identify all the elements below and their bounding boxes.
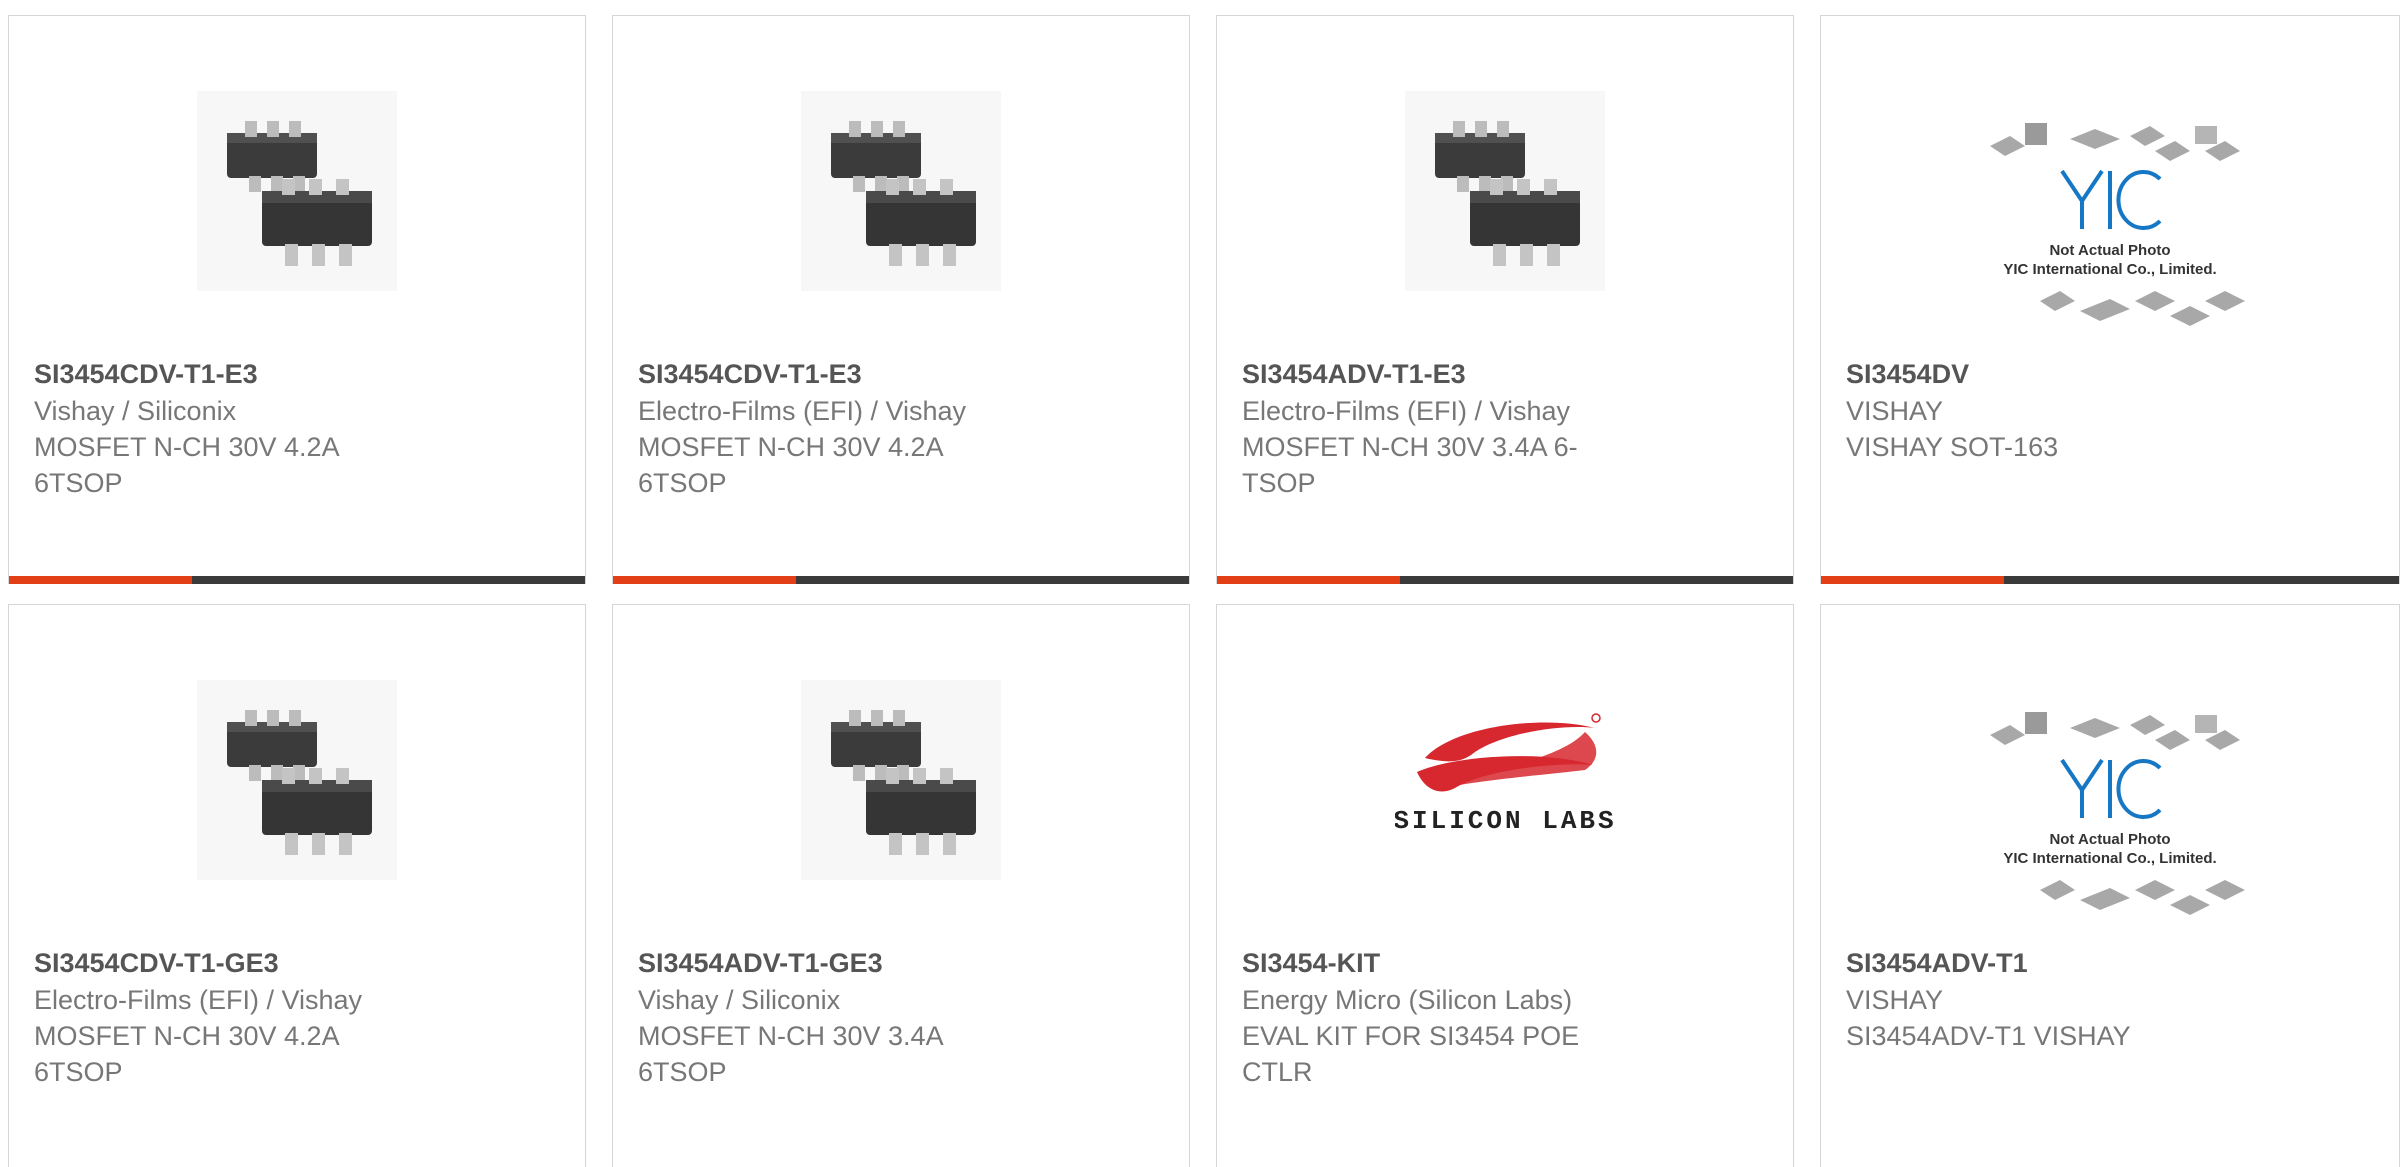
card-accent-bar — [1217, 576, 1793, 584]
manufacturer: Electro-Films (EFI) / Vishay — [638, 396, 967, 426]
card-accent-bar — [9, 576, 585, 584]
image-caption: Not Actual Photo — [2049, 242, 2170, 259]
part-number[interactable]: SI3454CDV-T1-E3 — [638, 356, 998, 393]
product-card[interactable]: SI3454CDV-T1-E3 Electro-Films (EFI) / Vi… — [612, 15, 1190, 584]
product-card[interactable]: SI3454ADV-T1-E3 Electro-Films (EFI) / Vi… — [1216, 15, 1794, 584]
tsop6-chip-icon — [801, 91, 1001, 291]
tsop6-chip-icon — [801, 680, 1001, 880]
part-number[interactable]: SI3454CDV-T1-E3 — [34, 356, 394, 393]
description: MOSFET N-CH 30V 3.4A 6-TSOP — [1242, 432, 1578, 498]
description: MOSFET N-CH 30V 4.2A 6TSOP — [638, 432, 943, 498]
product-card[interactable]: SI3454CDV-T1-GE3 Electro-Films (EFI) / V… — [8, 604, 586, 1167]
part-number[interactable]: SI3454ADV-T1 — [1846, 945, 2206, 982]
silicon-labs-logo-icon: SILICON LABS — [1395, 713, 1615, 836]
tsop6-chip-icon — [1405, 91, 1605, 291]
product-card[interactable]: Not Actual Photo YIC International Co., … — [1820, 604, 2400, 1167]
product-image[interactable]: Not Actual Photo YIC International Co., … — [1821, 690, 2399, 950]
product-card[interactable]: SI3454CDV-T1-E3 Vishay / Siliconix MOSFE… — [8, 15, 586, 584]
product-image[interactable]: SILICON LABS — [1217, 665, 1793, 895]
part-number[interactable]: SI3454-KIT — [1242, 945, 1602, 982]
description: VISHAY SOT-163 — [1846, 432, 2059, 462]
product-grid: SI3454CDV-T1-E3 Vishay / Siliconix MOSFE… — [0, 0, 2400, 1167]
product-card[interactable]: Not Actual Photo YIC International Co., … — [1820, 15, 2400, 584]
tsop6-chip-icon — [197, 680, 397, 880]
logo-text: SILICON LABS — [1395, 806, 1615, 836]
product-image[interactable] — [613, 665, 1189, 895]
product-image[interactable] — [9, 76, 585, 306]
image-caption: YIC International Co., Limited. — [2003, 850, 2216, 867]
manufacturer: Electro-Films (EFI) / Vishay — [34, 985, 363, 1015]
product-card[interactable]: SILICON LABS SI3454-KIT Energy Micro (Si… — [1216, 604, 1794, 1167]
manufacturer: VISHAY — [1846, 396, 1944, 426]
description: EVAL KIT FOR SI3454 POE CTLR — [1242, 1021, 1580, 1087]
product-image[interactable]: Not Actual Photo YIC International Co., … — [1821, 101, 2399, 361]
tsop6-chip-icon — [197, 91, 397, 291]
manufacturer: Energy Micro (Silicon Labs) — [1242, 985, 1573, 1015]
description: MOSFET N-CH 30V 3.4A 6TSOP — [638, 1021, 943, 1087]
manufacturer: Vishay / Siliconix — [638, 985, 841, 1015]
card-accent-bar — [613, 576, 1189, 584]
part-number[interactable]: SI3454ADV-T1-GE3 — [638, 945, 998, 982]
yic-placeholder-icon: Not Actual Photo YIC International Co., … — [1990, 123, 2245, 326]
yic-placeholder-icon: Not Actual Photo YIC International Co., … — [1990, 712, 2245, 915]
product-card[interactable]: SI3454ADV-T1-GE3 Vishay / Siliconix MOSF… — [612, 604, 1190, 1167]
product-image[interactable] — [9, 665, 585, 895]
description: MOSFET N-CH 30V 4.2A 6TSOP — [34, 432, 339, 498]
manufacturer: Vishay / Siliconix — [34, 396, 237, 426]
product-image[interactable] — [613, 76, 1189, 306]
description: SI3454ADV-T1 VISHAY — [1846, 1021, 2131, 1051]
manufacturer: VISHAY — [1846, 985, 1944, 1015]
part-number[interactable]: SI3454CDV-T1-GE3 — [34, 945, 394, 982]
manufacturer: Electro-Films (EFI) / Vishay — [1242, 396, 1571, 426]
image-caption: YIC International Co., Limited. — [2003, 261, 2216, 278]
part-number[interactable]: SI3454DV — [1846, 356, 2206, 393]
image-caption: Not Actual Photo — [2049, 831, 2170, 848]
part-number[interactable]: SI3454ADV-T1-E3 — [1242, 356, 1602, 393]
product-image[interactable] — [1217, 76, 1793, 306]
description: MOSFET N-CH 30V 4.2A 6TSOP — [34, 1021, 339, 1087]
card-accent-bar — [1821, 576, 2399, 584]
